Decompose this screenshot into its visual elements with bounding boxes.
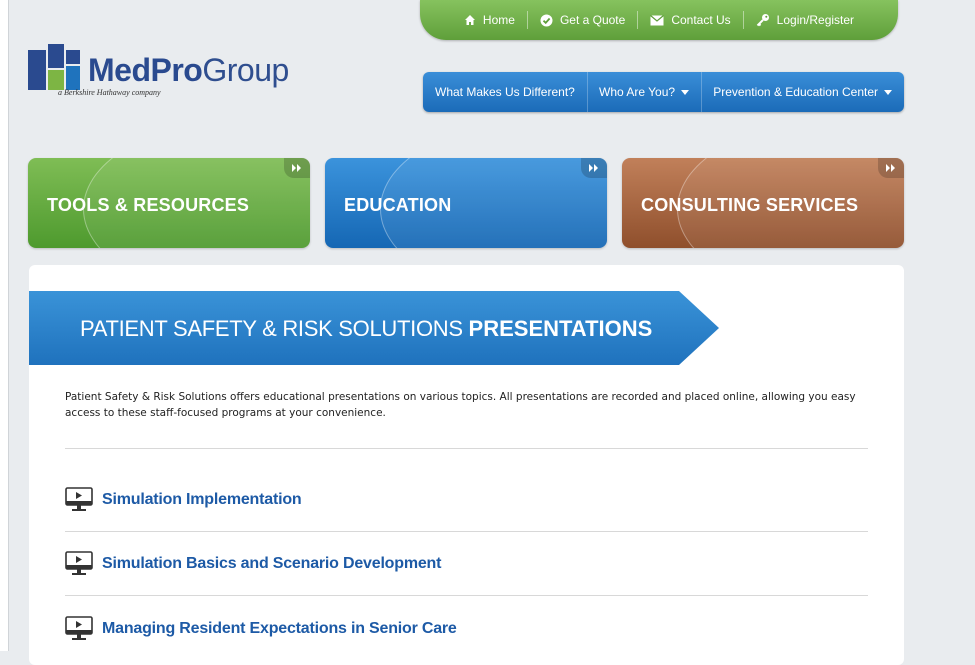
- divider: [65, 531, 868, 532]
- utility-nav: Home Get a Quote Contact Us Login/Regist…: [420, 0, 898, 40]
- tile-label: TOOLS & RESOURCES: [47, 195, 249, 216]
- nav-who-are-you[interactable]: Who Are You?: [587, 72, 701, 112]
- presentation-item[interactable]: Simulation Basics and Scenario Developme…: [65, 551, 441, 577]
- nav-prevention-education-center[interactable]: Prevention & Education Center: [701, 72, 904, 112]
- key-icon: [756, 13, 770, 27]
- chevron-down-icon: [681, 90, 689, 95]
- page-banner: PATIENT SAFETY & RISK SOLUTIONS PRESENTA…: [29, 291, 719, 365]
- home-icon: [464, 14, 476, 26]
- contact-us-label: Contact Us: [671, 13, 730, 27]
- divider: [65, 595, 868, 596]
- tile-label: EDUCATION: [344, 195, 451, 216]
- get-quote-link[interactable]: Get a Quote: [528, 10, 637, 30]
- chevron-down-icon: [884, 90, 892, 95]
- login-register-label: Login/Register: [777, 13, 854, 27]
- contact-us-link[interactable]: Contact Us: [638, 10, 742, 30]
- logo-tagline: a Berkshire Hathaway company: [58, 88, 161, 97]
- intro-text: Patient Safety & Risk Solutions offers e…: [65, 389, 875, 421]
- content-panel: PATIENT SAFETY & RISK SOLUTIONS PRESENTA…: [29, 265, 904, 665]
- tile-consulting-services[interactable]: CONSULTING SERVICES: [622, 158, 904, 248]
- logo-wordmark: MedProGroup: [88, 52, 289, 89]
- login-register-link[interactable]: Login/Register: [744, 10, 866, 30]
- double-arrow-icon: [284, 158, 310, 178]
- presentation-title: Simulation Implementation: [102, 491, 301, 509]
- get-quote-label: Get a Quote: [560, 13, 625, 27]
- nav-what-makes-us-different[interactable]: What Makes Us Different?: [423, 72, 587, 112]
- home-label: Home: [483, 13, 515, 27]
- tile-label: CONSULTING SERVICES: [641, 195, 858, 216]
- double-arrow-icon: [581, 158, 607, 178]
- presentation-title: Managing Resident Expectations in Senior…: [102, 620, 457, 638]
- monitor-play-icon: [65, 487, 93, 513]
- window-edge: [0, 0, 9, 651]
- check-circle-icon: [540, 14, 553, 27]
- tile-tools-resources[interactable]: TOOLS & RESOURCES: [28, 158, 310, 248]
- presentation-item[interactable]: Managing Resident Expectations in Senior…: [65, 616, 457, 642]
- envelope-icon: [650, 15, 664, 26]
- divider: [65, 448, 868, 449]
- medpro-logo[interactable]: MedProGroup a Berkshire Hathaway company: [28, 44, 308, 104]
- double-arrow-icon: [878, 158, 904, 178]
- page-title: PATIENT SAFETY & RISK SOLUTIONS PRESENTA…: [80, 316, 652, 342]
- presentation-item[interactable]: Simulation Implementation: [65, 487, 301, 513]
- monitor-play-icon: [65, 616, 93, 642]
- monitor-play-icon: [65, 551, 93, 577]
- home-link[interactable]: Home: [452, 10, 527, 30]
- main-nav: What Makes Us Different? Who Are You? Pr…: [423, 72, 904, 112]
- tile-education[interactable]: EDUCATION: [325, 158, 607, 248]
- presentation-title: Simulation Basics and Scenario Developme…: [102, 555, 441, 573]
